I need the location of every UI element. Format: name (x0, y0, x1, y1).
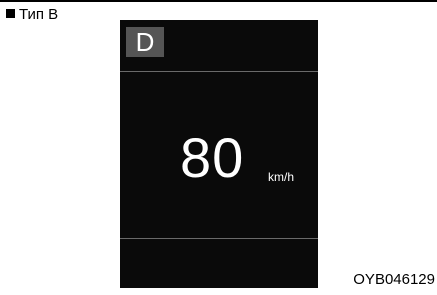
bullet-square-icon (6, 9, 15, 18)
gear-indicator: D (126, 27, 164, 57)
gear-indicator-letter: D (135, 27, 155, 57)
speed-unit: km/h (268, 170, 295, 184)
type-label-text: Тип B (19, 6, 59, 23)
type-label: Тип B (6, 6, 58, 24)
figure-code: OYB046129 (353, 271, 435, 288)
instrument-cluster-display: D 80 km/h (120, 20, 318, 288)
top-rule (0, 0, 437, 2)
display-divider-bottom (120, 238, 318, 239)
speed-value: 80 (180, 126, 245, 189)
display-divider-top (120, 71, 318, 72)
